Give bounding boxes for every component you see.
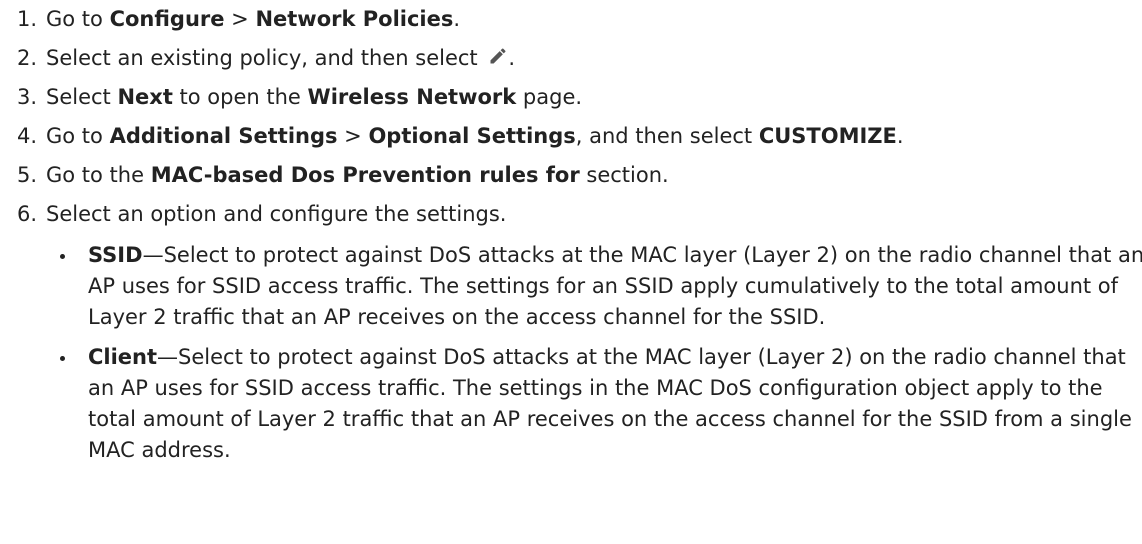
step-2: 2. Select an existing policy, and then s… xyxy=(0,43,1142,74)
option-ssid: SSID—Select to protect against DoS attac… xyxy=(46,240,1142,333)
step-6: 6. Select an option and configure the se… xyxy=(0,199,1142,475)
option-client: Client—Select to protect against DoS att… xyxy=(46,342,1142,466)
step-text-end: section. xyxy=(579,163,669,187)
step-number: 1. xyxy=(17,7,38,31)
mac-dos-section-label: MAC-based Dos Prevention rules for xyxy=(150,163,580,187)
path-separator: > xyxy=(224,7,256,31)
step-number: 5. xyxy=(17,163,38,187)
step-text-end: . xyxy=(508,46,516,70)
bullet-dot xyxy=(60,254,65,259)
step-number: 6. xyxy=(17,202,38,226)
options-list: SSID—Select to protect against DoS attac… xyxy=(46,240,1142,466)
step-text: Go to xyxy=(46,7,110,31)
step-text-mid: , and then select xyxy=(575,124,759,148)
optional-settings-label: Optional Settings xyxy=(368,124,576,148)
step-number: 4. xyxy=(17,124,38,148)
option-name: Client xyxy=(88,345,158,369)
step-number: 2. xyxy=(17,46,38,70)
step-text-end: . xyxy=(896,124,904,148)
step-1: 1. Go to Configure > Network Policies. xyxy=(0,4,1142,35)
option-name: SSID xyxy=(88,243,143,267)
step-text: Select xyxy=(46,85,118,109)
step-5: 5. Go to the MAC-based Dos Prevention ru… xyxy=(0,160,1142,191)
customize-label: CUSTOMIZE xyxy=(758,124,897,148)
step-text-mid: to open the xyxy=(172,85,308,109)
next-label: Next xyxy=(117,85,173,109)
pencil-edit-icon xyxy=(490,48,506,64)
step-text: Select an existing policy, and then sele… xyxy=(46,46,485,70)
option-description: —Select to protect against DoS attacks a… xyxy=(88,243,1142,329)
additional-settings-label: Additional Settings xyxy=(109,124,338,148)
procedure-document: 1. Go to Configure > Network Policies. 2… xyxy=(0,0,1142,544)
wireless-network-label: Wireless Network xyxy=(307,85,517,109)
step-text-end: page. xyxy=(516,85,583,109)
step-text: Go to the xyxy=(46,163,151,187)
option-description: —Select to protect against DoS attacks a… xyxy=(88,345,1132,462)
step-4: 4. Go to Additional Settings > Optional … xyxy=(0,121,1142,152)
menu-configure: Configure xyxy=(109,7,225,31)
path-separator: > xyxy=(337,124,369,148)
step-3: 3. Select Next to open the Wireless Netw… xyxy=(0,82,1142,113)
step-text: Go to xyxy=(46,124,110,148)
step-text: Select an option and configure the setti… xyxy=(46,202,507,226)
step-text-end: . xyxy=(453,7,461,31)
bullet-dot xyxy=(60,356,65,361)
menu-network-policies: Network Policies xyxy=(255,7,454,31)
step-number: 3. xyxy=(17,85,38,109)
